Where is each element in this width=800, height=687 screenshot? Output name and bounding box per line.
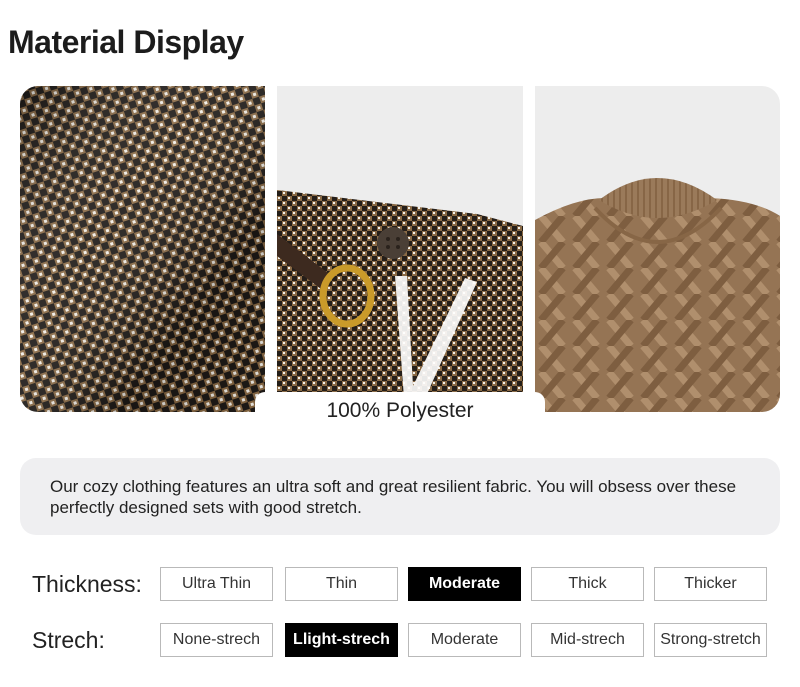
stretch-option-moderate[interactable]: Moderate: [408, 623, 521, 657]
page-title: Material Display: [8, 24, 244, 60]
stretch-option-strong[interactable]: Strong-stretch: [654, 623, 767, 657]
stretch-row: Strech: None-strech Llight-strech Modera…: [32, 623, 767, 657]
thickness-label: Thickness:: [32, 570, 142, 597]
thickness-option-thick[interactable]: Thick: [531, 567, 644, 601]
thickness-option-thin[interactable]: Thin: [285, 567, 398, 601]
stretch-option-light[interactable]: Llight-strech: [285, 623, 398, 657]
knit-sweater-image: [535, 86, 780, 412]
pants-detail-image: [277, 86, 523, 412]
thickness-option-moderate[interactable]: Moderate: [408, 567, 521, 601]
thickness-option-ultra-thin[interactable]: Ultra Thin: [160, 567, 273, 601]
stretch-option-none[interactable]: None-strech: [160, 623, 273, 657]
thickness-row: Thickness: Ultra Thin Thin Moderate Thic…: [32, 567, 767, 601]
thickness-option-thicker[interactable]: Thicker: [654, 567, 767, 601]
fabric-closeup-image: [20, 86, 265, 412]
material-label: 100% Polyester: [255, 392, 545, 430]
stretch-label: Strech:: [32, 626, 105, 653]
description-box: Our cozy clothing features an ultra soft…: [20, 458, 780, 535]
stretch-option-mid[interactable]: Mid-strech: [531, 623, 644, 657]
